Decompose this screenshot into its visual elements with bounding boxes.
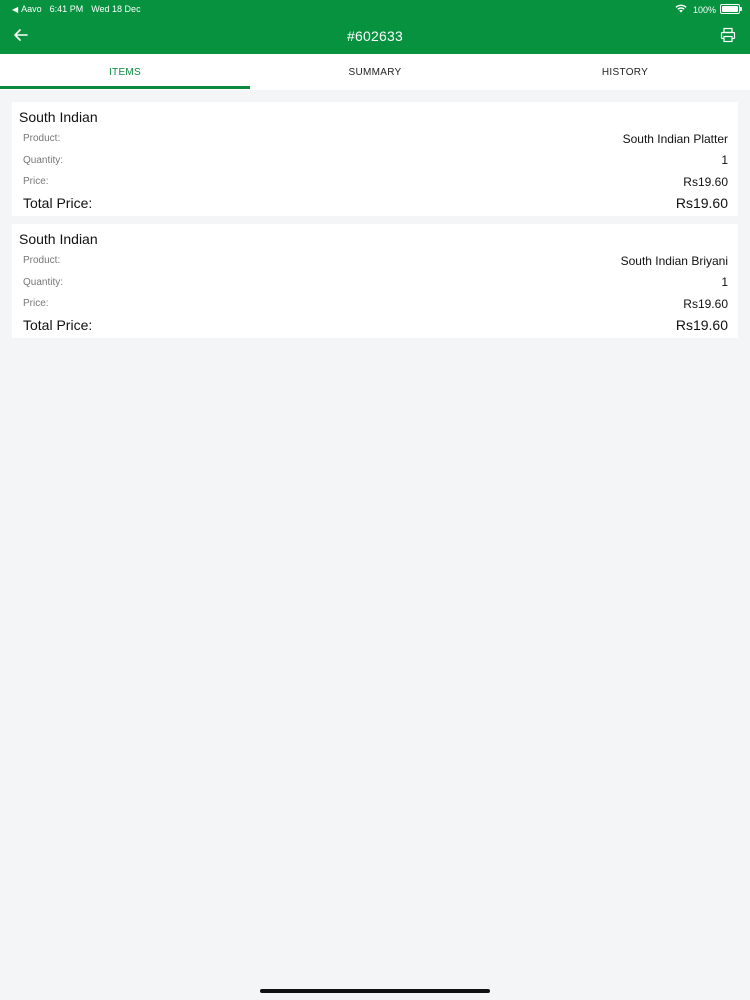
status-left: ◀ Aavo 6:41 PM Wed 18 Dec xyxy=(12,4,141,14)
tab-items[interactable]: ITEMS xyxy=(0,54,250,90)
quantity-value: 1 xyxy=(721,275,728,290)
status-time: 6:41 PM xyxy=(49,4,84,14)
total-price-label: Total Price: xyxy=(23,317,93,334)
back-to-app-link[interactable]: ◀ Aavo xyxy=(12,4,42,14)
price-label: Price: xyxy=(23,298,49,310)
total-price-row: Total Price: Rs19.60 xyxy=(19,315,728,337)
order-item-card: South Indian Product: South Indian Briya… xyxy=(12,224,738,338)
tab-history[interactable]: HISTORY xyxy=(500,54,750,90)
quantity-value: 1 xyxy=(721,153,728,168)
status-bar: ◀ Aavo 6:41 PM Wed 18 Dec 100% xyxy=(0,0,750,18)
price-label: Price: xyxy=(23,176,49,188)
status-date: Wed 18 Dec xyxy=(91,4,141,14)
status-right: 100% xyxy=(675,4,716,15)
product-row: Product: South Indian Briyani xyxy=(19,250,728,272)
product-label: Product: xyxy=(23,133,61,145)
page-title: #602633 xyxy=(347,28,403,44)
item-category: South Indian xyxy=(19,109,98,125)
product-value: South Indian Briyani xyxy=(620,253,728,268)
battery-percent: 100% xyxy=(692,4,716,15)
print-button[interactable] xyxy=(720,27,736,43)
price-value: Rs19.60 xyxy=(683,174,728,189)
battery-icon xyxy=(720,4,742,14)
total-price-label: Total Price: xyxy=(23,195,93,212)
price-value: Rs19.60 xyxy=(683,296,728,311)
total-price-value: Rs19.60 xyxy=(675,317,728,334)
tab-bar: ITEMS SUMMARY HISTORY xyxy=(0,54,750,90)
quantity-row: Quantity: 1 xyxy=(19,272,728,294)
quantity-row: Quantity: 1 xyxy=(19,150,728,172)
total-price-row: Total Price: Rs19.60 xyxy=(19,193,728,215)
product-label: Product: xyxy=(23,255,61,267)
price-row: Price: Rs19.60 xyxy=(19,293,728,315)
printer-icon xyxy=(720,27,736,43)
item-category: South Indian xyxy=(19,231,98,247)
quantity-label: Quantity: xyxy=(23,276,64,288)
home-indicator[interactable] xyxy=(260,989,490,993)
back-triangle-icon: ◀ xyxy=(12,4,19,14)
product-value: South Indian Platter xyxy=(622,131,728,146)
order-items-list: South Indian Product: South Indian Platt… xyxy=(12,102,738,346)
total-price-value: Rs19.60 xyxy=(675,195,728,212)
app-header: ◀ Aavo 6:41 PM Wed 18 Dec 100% #602633 xyxy=(0,0,750,54)
order-item-card: South Indian Product: South Indian Platt… xyxy=(12,102,738,216)
tab-summary[interactable]: SUMMARY xyxy=(250,54,500,90)
quantity-label: Quantity: xyxy=(23,154,64,166)
wifi-icon xyxy=(675,4,687,15)
back-app-name: Aavo xyxy=(21,4,42,14)
price-row: Price: Rs19.60 xyxy=(19,171,728,193)
product-row: Product: South Indian Platter xyxy=(19,128,728,150)
